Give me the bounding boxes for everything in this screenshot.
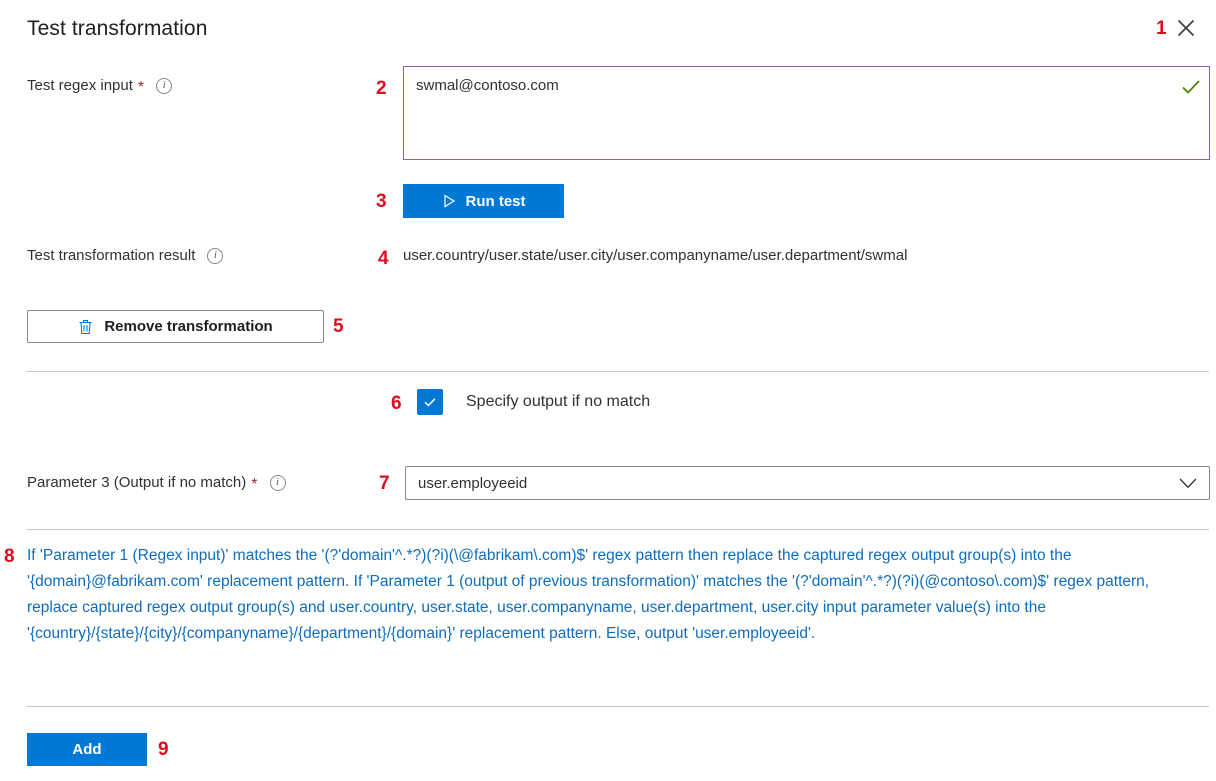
parameter-3-selected-value: user.employeeid — [418, 475, 1179, 492]
callout-3: 3 — [376, 192, 387, 211]
remove-transformation-button[interactable]: Remove transformation — [27, 310, 324, 343]
specify-output-checkbox-label: Specify output if no match — [466, 393, 650, 411]
close-icon — [1176, 18, 1196, 38]
callout-8: 8 — [4, 547, 15, 566]
divider — [27, 529, 1209, 530]
test-regex-input-label-text: Test regex input — [27, 77, 133, 94]
info-icon-glyph: i — [163, 80, 166, 91]
callout-5: 5 — [333, 317, 344, 336]
add-button-label: Add — [72, 741, 101, 758]
test-transformation-panel: Test transformation 1 Test regex input *… — [0, 0, 1216, 781]
callout-4: 4 — [378, 249, 389, 268]
run-test-label: Run test — [466, 193, 526, 210]
parameter-3-select[interactable]: user.employeeid — [405, 466, 1210, 500]
close-button[interactable] — [1170, 12, 1202, 44]
test-transformation-result-label-text: Test transformation result — [27, 247, 195, 264]
required-asterisk: * — [251, 477, 257, 493]
info-icon-glyph: i — [276, 477, 279, 488]
run-test-button[interactable]: Run test — [403, 184, 564, 218]
test-regex-input-label: Test regex input * i — [27, 77, 172, 94]
specify-output-checkbox[interactable] — [417, 389, 443, 415]
required-asterisk: * — [138, 80, 144, 96]
page-title: Test transformation — [27, 17, 207, 41]
info-icon[interactable]: i — [156, 78, 172, 94]
test-transformation-result-label: Test transformation result i — [27, 247, 223, 264]
callout-1: 1 — [1156, 19, 1167, 38]
trash-icon — [78, 319, 93, 335]
play-icon — [442, 194, 456, 208]
info-icon[interactable]: i — [270, 475, 286, 491]
parameter-3-label: Parameter 3 (Output if no match) * i — [27, 474, 286, 491]
divider — [27, 371, 1209, 372]
transformation-description: If 'Parameter 1 (Regex input)' matches t… — [27, 543, 1194, 647]
callout-2: 2 — [376, 79, 387, 98]
test-transformation-result-value: user.country/user.state/user.city/user.c… — [403, 247, 907, 264]
callout-9: 9 — [158, 740, 169, 759]
callout-6: 6 — [391, 394, 402, 413]
divider — [27, 706, 1209, 707]
info-icon-glyph: i — [214, 250, 217, 261]
chevron-down-icon — [1179, 478, 1197, 489]
test-regex-input-textarea[interactable] — [403, 66, 1210, 160]
add-button[interactable]: Add — [27, 733, 147, 766]
specify-output-checkbox-row[interactable]: Specify output if no match — [417, 389, 650, 415]
callout-7: 7 — [379, 474, 390, 493]
remove-transformation-label: Remove transformation — [104, 318, 272, 335]
check-icon — [422, 394, 438, 410]
info-icon[interactable]: i — [207, 248, 223, 264]
parameter-3-label-text: Parameter 3 (Output if no match) — [27, 474, 246, 491]
